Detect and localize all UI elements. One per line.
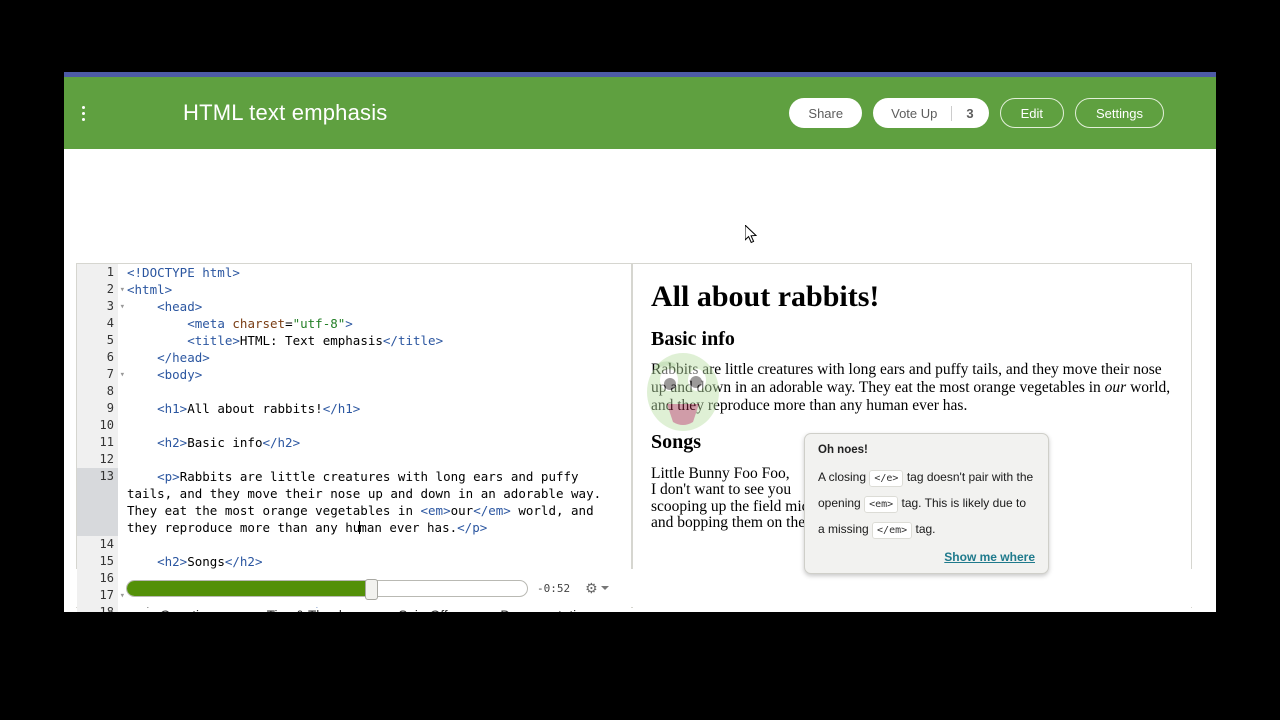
kebab-dot [81,117,85,121]
fold-toggle-icon[interactable]: ▾ [120,299,125,316]
code-line[interactable]: 7 ▾ <body> [77,366,631,383]
code-line[interactable]: 8 [77,383,631,400]
code-line[interactable]: 5 <title>HTML: Text emphasis</title> [77,332,631,349]
code-line-text: <head> [157,299,203,314]
code-line-text: <meta charset="utf-8"> [187,316,353,331]
tooltip-title: Oh noes! [818,444,868,456]
vote-up-button[interactable]: Vote Up [873,106,951,121]
footer-link[interactable]: Tips & Thanks [267,608,353,612]
line-number: 11 [77,434,118,451]
code-line-text: <title>HTML: Text emphasis</title> [187,333,444,348]
code-line-text [118,383,631,400]
line-number: 12 [77,451,118,468]
fold-toggle-icon[interactable]: ▾ [120,282,125,299]
code-line[interactable]: 3 ▾ <head> [77,298,631,315]
code-line[interactable]: 12 [77,451,631,468]
vote-group: Vote Up 3 [873,98,989,128]
line-number: 5 [77,332,118,349]
code-line[interactable]: 1 <!DOCTYPE html> [77,264,631,281]
fold-toggle-icon[interactable]: ▾ [120,588,125,605]
share-button[interactable]: Share [789,98,863,128]
header-bar: HTML text emphasis Share Vote Up 3 Edit … [64,77,1216,149]
edit-button[interactable]: Edit [999,98,1065,128]
kebab-menu-icon[interactable] [68,105,98,121]
show-me-where-link[interactable]: Show me where [818,550,1035,564]
code-line[interactable]: 10 [77,417,631,434]
code-line-text: <body> [157,367,203,382]
code-line-text: <h1>All about rabbits!</h1> [157,401,361,416]
error-tooltip: Oh noes! A closing </e> tag doesn't pair… [804,433,1049,574]
chevron-down-icon [600,586,609,590]
tooltip-code-opening: <em> [864,496,899,513]
line-number: 2 ▾ [77,281,125,298]
footer-nav: Questions Tips & Thanks Spin-Offs Documenta… [64,608,1216,612]
tooltip-text: A closing [818,470,867,484]
code-line[interactable]: 6 </head> [77,349,631,366]
code-line-text [118,536,631,553]
code-editor[interactable]: 1 <!DOCTYPE html> 2 ▾ <html> 3 ▾ <head> 4 <meta… [77,264,631,612]
fold-toggle-icon[interactable]: ▾ [120,367,125,384]
video-player-bar: -0:52 ⚙ [64,569,1216,607]
line-number: 15 [77,553,118,570]
line-number: 17 ▾ [77,587,125,604]
line-number: 13 [77,468,118,536]
kebab-dot [81,111,85,115]
app-window: HTML text emphasis Share Vote Up 3 Edit … [64,72,1216,612]
code-line[interactable]: 2 ▾ <html> [77,281,631,298]
code-line-text: </head> [157,350,210,365]
code-line-text: <html> [127,282,173,297]
line-number: 14 [77,536,118,553]
code-line[interactable]: 13 <p>Rabbits are little creatures with … [77,468,631,536]
settings-button[interactable]: Settings [1075,98,1164,128]
code-line-text: <p>Rabbits are little creatures with lon… [127,469,609,535]
line-number: 9 [77,400,118,417]
vote-count: 3 [951,105,988,121]
tooltip-code-closing: </e> [869,470,904,487]
player-settings-button[interactable]: ⚙ [585,581,609,595]
code-line-text [118,417,631,434]
progress-fill [127,580,371,596]
line-number: 18 [77,604,118,612]
paragraph-text-before-em: Rabbits are little creatures with long e… [651,361,1162,396]
line-number: 8 [77,383,118,400]
code-line-text: <!DOCTYPE html> [127,265,240,280]
tooltip-text: tag. [915,522,936,536]
line-number: 3 ▾ [77,298,125,315]
code-line[interactable]: 14 [77,536,631,553]
footer-link[interactable]: Questions [160,608,221,612]
code-line[interactable]: 4 <meta charset="utf-8"> [77,315,631,332]
progress-scrubber[interactable] [126,578,528,600]
code-line-text: <h2>Basic info</h2> [157,435,301,450]
header-actions: Share Vote Up 3 Edit Settings [789,98,1164,128]
line-number: 6 [77,349,118,366]
code-line-text [118,451,631,468]
code-line-text: <h2>Songs</h2> [157,554,263,569]
tooltip-message: A closing </e> tag doesn't pair with the… [818,465,1035,543]
preview-heading-basic-info: Basic info [651,328,735,350]
code-line[interactable]: 15 <h2>Songs</h2> [77,553,631,570]
line-number: 10 [77,417,118,434]
code-line[interactable]: 9 <h1>All about rabbits!</h1> [77,400,631,417]
preview-heading-1: All about rabbits! [651,280,880,313]
split-area: 1 <!DOCTYPE html> 2 ▾ <html> 3 ▾ <head> 4 <meta… [64,149,1216,612]
gear-icon: ⚙ [585,580,598,596]
progress-handle[interactable] [365,578,378,600]
code-line[interactable]: 11 <h2>Basic info</h2> [77,434,631,451]
preview-paragraph: Rabbits are little creatures with long e… [651,361,1173,415]
line-number: 4 [77,315,118,332]
line-number: 16 [77,570,118,587]
tooltip-code-missing: </em> [872,522,913,539]
code-editor-panel[interactable]: 1 <!DOCTYPE html> 2 ▾ <html> 3 ▾ <head> 4 <meta… [76,263,632,612]
page-title: HTML text emphasis [183,100,388,125]
kebab-dot [81,105,85,109]
code-rows: 1 <!DOCTYPE html> 2 ▾ <html> 3 ▾ <head> 4 <meta… [77,264,631,612]
time-remaining: -0:52 [537,581,571,595]
paragraph-emphasis: our [1104,379,1127,396]
line-number: 1 [77,264,118,281]
footer-link[interactable]: Documentation [500,608,591,612]
line-number: 7 ▾ [77,366,125,383]
footer-link[interactable]: Spin-Offs [398,608,454,612]
